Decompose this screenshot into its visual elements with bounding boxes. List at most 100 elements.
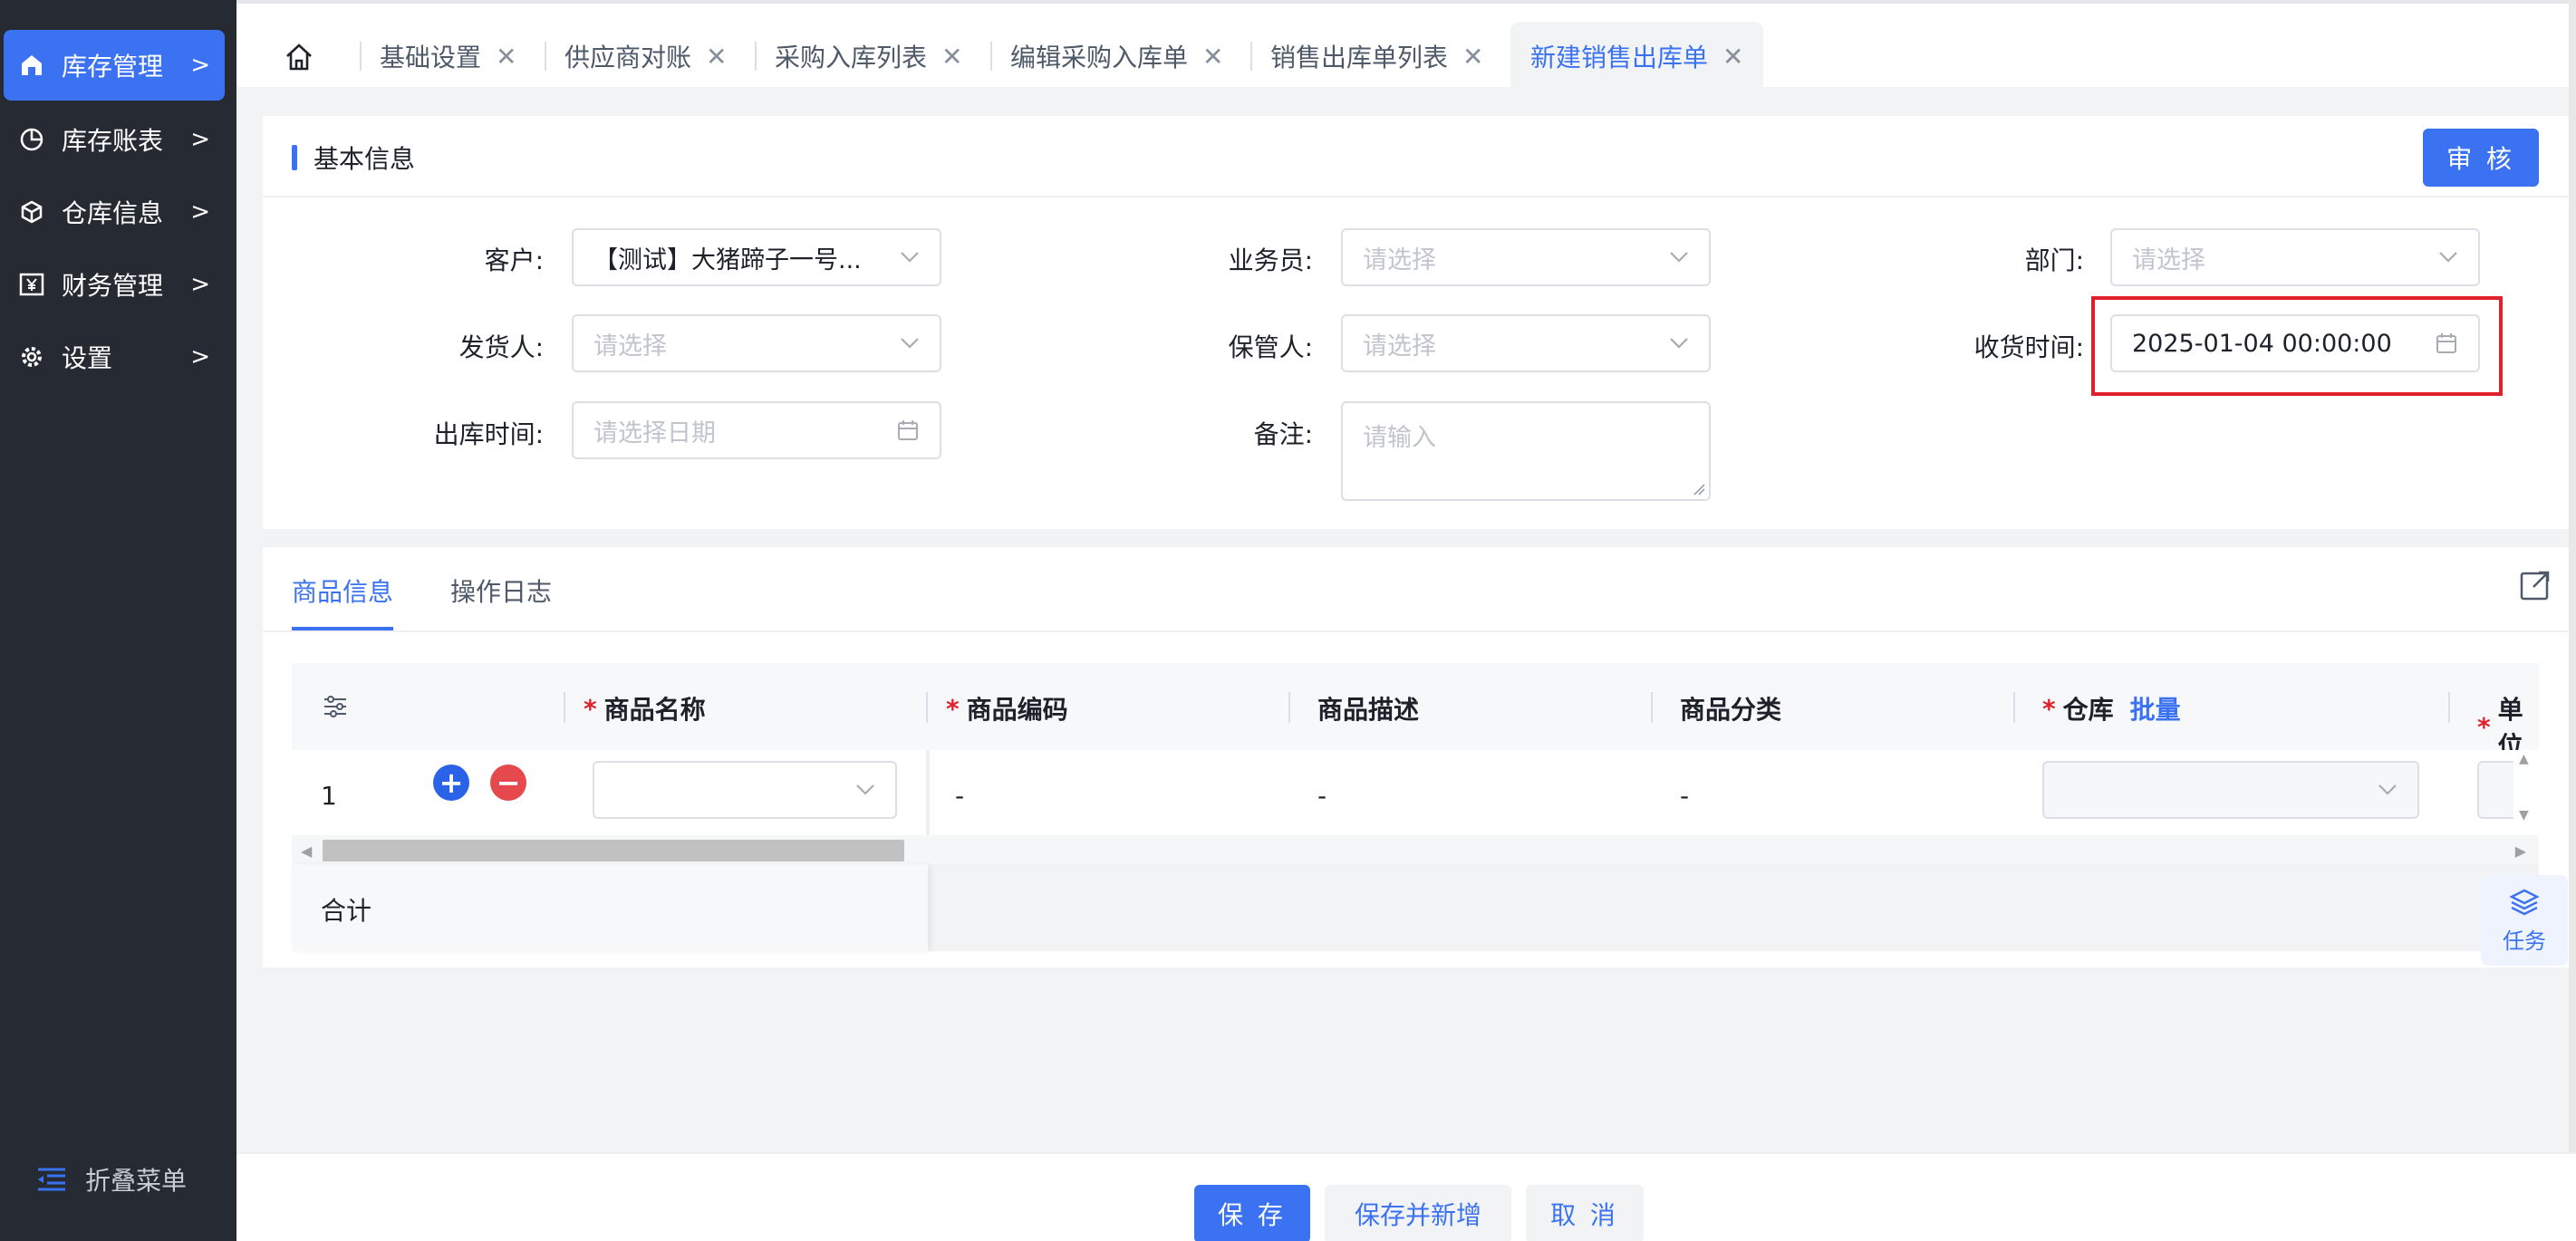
chevron-down-icon [2378,784,2397,795]
salesman-label: 业务员: [1228,245,1313,275]
outbound-time-picker[interactable]: 请选择日期 [572,401,941,459]
remark-label: 备注: [1253,419,1313,449]
department-select[interactable]: 请选择 [2110,228,2480,286]
scroll-left-arrow[interactable]: ◀ [301,842,312,860]
vertical-scrollbar[interactable] [2569,0,2576,1152]
chevron-down-icon [1670,252,1688,263]
close-icon[interactable]: ✕ [496,42,516,72]
salesman-placeholder: 请选择 [1363,245,1436,274]
row-index: 1 [321,781,337,811]
tab-goods-info[interactable]: 商品信息 [292,572,393,609]
tab-label: 编辑采购入库单 [1010,43,1189,72]
gear-icon [18,343,45,370]
sidebar-item-inventory-management[interactable]: 库存管理 > [4,30,225,101]
sidebar-item-finance[interactable]: 财务管理 > [4,249,225,320]
tab-label: 供应商对账 [564,43,692,72]
tab-edit-purchase-inbound[interactable]: 编辑采购入库单 ✕ [990,22,1243,91]
close-icon[interactable]: ✕ [941,42,962,72]
batch-link[interactable]: 批量 [2130,690,2181,726]
column-settings-icon[interactable] [323,694,348,719]
customer-value: 【测试】大猪蹄子一号... [593,245,862,274]
receive-time-label: 收货时间: [1973,332,2084,362]
tab-label: 销售出库单列表 [1270,43,1449,72]
salesman-select[interactable]: 请选择 [1341,228,1711,286]
keeper-select[interactable]: 请选择 [1341,314,1711,372]
chevron-down-icon [856,784,874,795]
tab-new-sales-outbound[interactable]: 新建销售出库单 ✕ [1510,22,1764,91]
close-icon[interactable]: ✕ [706,42,727,72]
column-header-goods-name: * 商品名称 [584,693,706,726]
customer-select[interactable]: 【测试】大猪蹄子一号... [572,228,941,286]
horizontal-scrollbar[interactable]: ◀ ▶ [292,835,2539,864]
column-header-goods-category: 商品分类 [1680,695,1782,725]
collapse-menu-icon [36,1166,67,1193]
chevron-down-icon [901,252,919,263]
sidebar-item-inventory-report[interactable]: 库存账表 > [4,104,225,175]
close-icon[interactable]: ✕ [1722,42,1743,72]
department-placeholder: 请选择 [2132,245,2205,274]
tab-supplier-reconciliation[interactable]: 供应商对账 ✕ [545,22,747,91]
add-row-button[interactable]: + [433,765,469,801]
scrollbar-thumb[interactable] [323,840,904,861]
sidebar: 库存管理 > 库存账表 > 仓库信息 > 财务管理 > 设置 > 折叠菜单 [0,0,236,1241]
close-icon[interactable]: ✕ [1202,42,1223,72]
chevron-down-icon [1670,338,1688,349]
shipper-label: 发货人: [458,332,544,362]
column-header-goods-desc: 商品描述 [1317,695,1420,725]
goods-table-header: * 商品名称 * 商品编码 商品描述 商品分类 * 仓库 批量 * 单位 [292,663,2539,761]
cancel-button[interactable]: 取 消 [1526,1185,1644,1241]
keeper-placeholder: 请选择 [1363,332,1436,361]
column-header-warehouse: * 仓库 批量 [2042,690,2181,726]
customer-label: 客户: [484,245,544,275]
remark-textarea[interactable]: 请输入 [1341,401,1711,501]
sidebar-item-label: 财务管理 [62,271,164,301]
collapse-menu-button[interactable]: 折叠菜单 [36,1161,187,1198]
tab-basic-settings[interactable]: 基础设置 ✕ [360,22,536,91]
section-title: 基本信息 [314,144,416,174]
section-marker [292,145,297,170]
shipper-select[interactable]: 请选择 [572,314,941,372]
unit-select[interactable] [2477,761,2513,819]
sidebar-item-settings[interactable]: 设置 > [4,322,225,392]
close-icon[interactable]: ✕ [1462,42,1483,72]
sidebar-item-label: 设置 [62,343,113,373]
audit-button[interactable]: 审 核 [2423,129,2539,187]
external-link-icon[interactable] [2519,569,2552,601]
chevron-right-icon: > [190,52,210,79]
tab-label: 新建销售出库单 [1530,43,1709,72]
tab-sales-outbound-list[interactable]: 销售出库单列表 ✕ [1250,22,1503,91]
outbound-time-placeholder: 请选择日期 [593,418,716,447]
chevron-right-icon: > [190,343,210,370]
goods-name-select[interactable] [593,761,897,819]
scroll-down-arrow[interactable]: ▼ [2519,808,2529,823]
keeper-label: 保管人: [1228,332,1313,362]
sidebar-item-label: 库存管理 [62,52,164,82]
cube-icon [18,198,45,226]
tab-operation-log[interactable]: 操作日志 [450,572,552,609]
chevron-down-icon [2439,252,2457,263]
chevron-right-icon: > [190,126,210,153]
chevron-down-icon [901,338,919,349]
tab-purchase-inbound-list[interactable]: 采购入库列表 ✕ [755,22,982,91]
sidebar-item-label: 库存账表 [62,126,164,156]
remark-placeholder: 请输入 [1363,424,1436,452]
collapse-menu-label: 折叠菜单 [85,1166,188,1196]
warehouse-select[interactable] [2042,761,2419,819]
task-widget[interactable]: 任务 [2481,875,2568,966]
home-icon[interactable] [284,42,314,72]
scroll-up-arrow[interactable]: ▲ [2519,752,2529,766]
column-header-goods-code: * 商品编码 [946,693,1068,726]
tab-bar: 基础设置 ✕ 供应商对账 ✕ 采购入库列表 ✕ 编辑采购入库单 ✕ 销售出库单列… [236,0,2576,91]
resize-handle-icon[interactable] [1693,483,1705,495]
sidebar-item-warehouse-info[interactable]: 仓库信息 > [4,177,225,247]
save-and-new-button[interactable]: 保存并新增 [1325,1185,1511,1241]
pie-chart-icon [18,126,45,153]
goods-desc-cell: - [1317,781,1327,811]
active-tab-indicator [292,627,393,630]
save-button[interactable]: 保 存 [1194,1185,1310,1241]
total-row: 合计 [292,864,2539,951]
scroll-right-arrow[interactable]: ▶ [2515,842,2526,860]
footer-actions: 保 存 保存并新增 取 消 [236,1152,2576,1241]
goods-code-cell: - [955,781,965,811]
remove-row-button[interactable]: − [490,765,526,801]
